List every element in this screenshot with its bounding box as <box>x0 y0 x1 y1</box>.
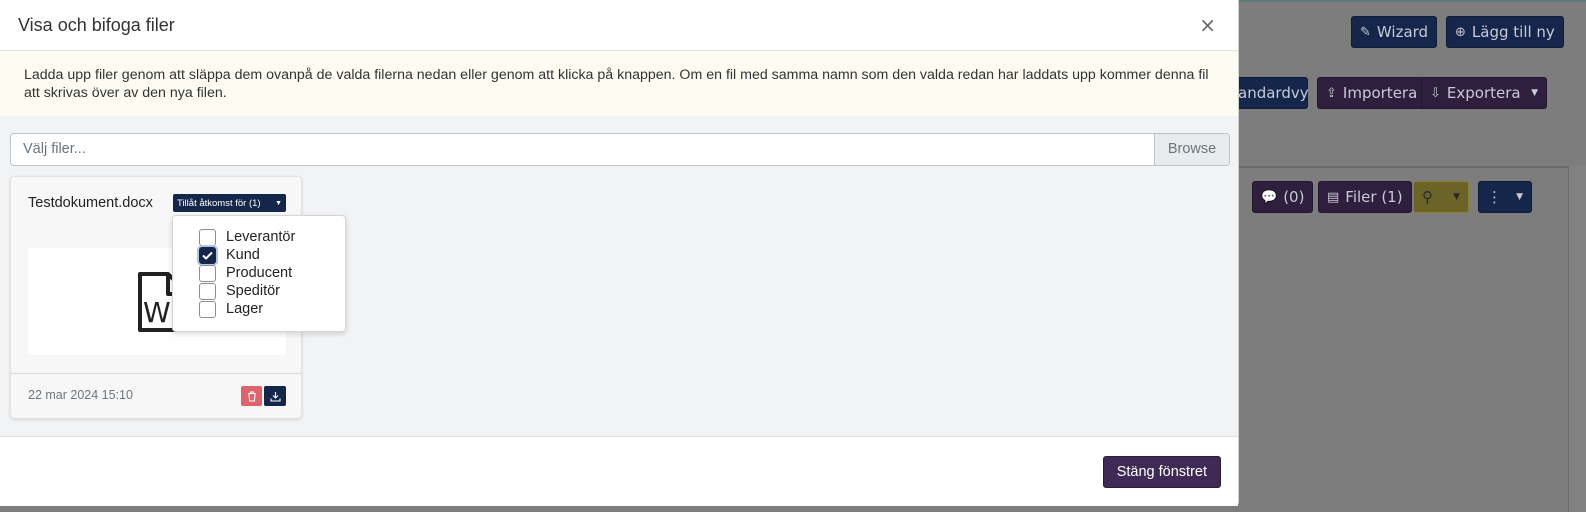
search-dropdown-button: ⚲ ▼ <box>1413 181 1469 213</box>
search-icon: ⚲ <box>1422 188 1433 206</box>
background-top-accent <box>1238 0 1586 2</box>
trash-icon <box>247 390 256 402</box>
file-input-placeholder[interactable]: Välj filer... <box>11 134 1154 165</box>
wizard-button: ✎ Wizard <box>1351 16 1438 48</box>
option-label: Speditör <box>226 283 281 299</box>
option-label: Lager <box>226 301 264 317</box>
access-option-lager[interactable]: Lager <box>173 300 345 318</box>
card-divider <box>11 373 301 374</box>
download-icon: ⇩ <box>1430 85 1441 101</box>
wand-icon: ✎ <box>1360 24 1371 40</box>
access-option-speditor[interactable]: Speditör <box>173 282 345 300</box>
modal-header: Visa och bifoga filer × <box>0 0 1238 51</box>
close-icon[interactable]: × <box>1199 13 1216 37</box>
import-button: ⇪ Importera <box>1317 77 1427 109</box>
standard-view-button: andardvy <box>1238 77 1309 109</box>
svg-text:W: W <box>143 296 171 329</box>
caret-down-icon: ▼ <box>1516 192 1523 202</box>
checkmark-icon <box>202 251 213 260</box>
access-dropdown-menu: Leverantör Kund Producent Speditör Lager <box>172 215 346 332</box>
checkbox[interactable] <box>199 228 216 246</box>
checkbox-checked[interactable] <box>199 246 216 264</box>
checkbox[interactable] <box>199 282 216 300</box>
file-name: Testdokument.docx <box>28 195 153 211</box>
option-label: Leverantör <box>226 229 296 245</box>
download-icon <box>269 391 281 402</box>
delete-file-button[interactable] <box>241 386 262 406</box>
caret-down-icon: ▼ <box>275 199 282 207</box>
caret-down-icon: ▼ <box>1531 88 1538 98</box>
file-picker[interactable]: Välj filer... Browse <box>10 133 1230 166</box>
plus-circle-icon: ⊕ <box>1455 24 1466 40</box>
files-button: ▤ Filer (1) <box>1318 181 1412 213</box>
comments-icon: 💬 <box>1261 189 1278 205</box>
file-icon: ▤ <box>1327 189 1340 205</box>
export-button: ⇩ Exportera ▼ <box>1421 77 1547 109</box>
more-options-button: ⋮ ▼ <box>1478 181 1532 213</box>
checkbox[interactable] <box>199 300 216 318</box>
modal-footer: Stäng fönstret <box>0 436 1238 506</box>
close-window-button[interactable]: Stäng fönstret <box>1102 456 1221 488</box>
modal-title: Visa och bifoga filer <box>18 14 175 35</box>
background-scrollbar <box>1568 166 1586 512</box>
browse-button[interactable]: Browse <box>1154 134 1229 165</box>
caret-down-icon: ▼ <box>1453 192 1460 202</box>
access-option-leverantor[interactable]: Leverantör <box>173 228 345 246</box>
info-message: Ladda upp filer genom att släppa dem ova… <box>0 51 1238 116</box>
access-label: Tillåt åtkomst för (1) <box>177 197 261 209</box>
option-label: Producent <box>226 265 293 281</box>
background-divider <box>1238 166 1568 168</box>
comments-button: 💬 (0) <box>1252 181 1314 213</box>
add-new-button: ⊕ Lägg till ny <box>1446 16 1564 48</box>
access-option-kund[interactable]: Kund <box>173 246 345 264</box>
download-file-button[interactable] <box>264 386 286 406</box>
upload-date: 22 mar 2024 15:10 <box>28 388 133 402</box>
upload-icon: ⇪ <box>1326 85 1337 101</box>
access-option-producent[interactable]: Producent <box>173 264 345 282</box>
checkbox[interactable] <box>199 264 216 282</box>
access-dropdown-button[interactable]: Tillåt åtkomst för (1) ▼ <box>173 194 286 212</box>
option-label: Kund <box>226 247 260 263</box>
kebab-icon: ⋮ <box>1487 188 1502 206</box>
